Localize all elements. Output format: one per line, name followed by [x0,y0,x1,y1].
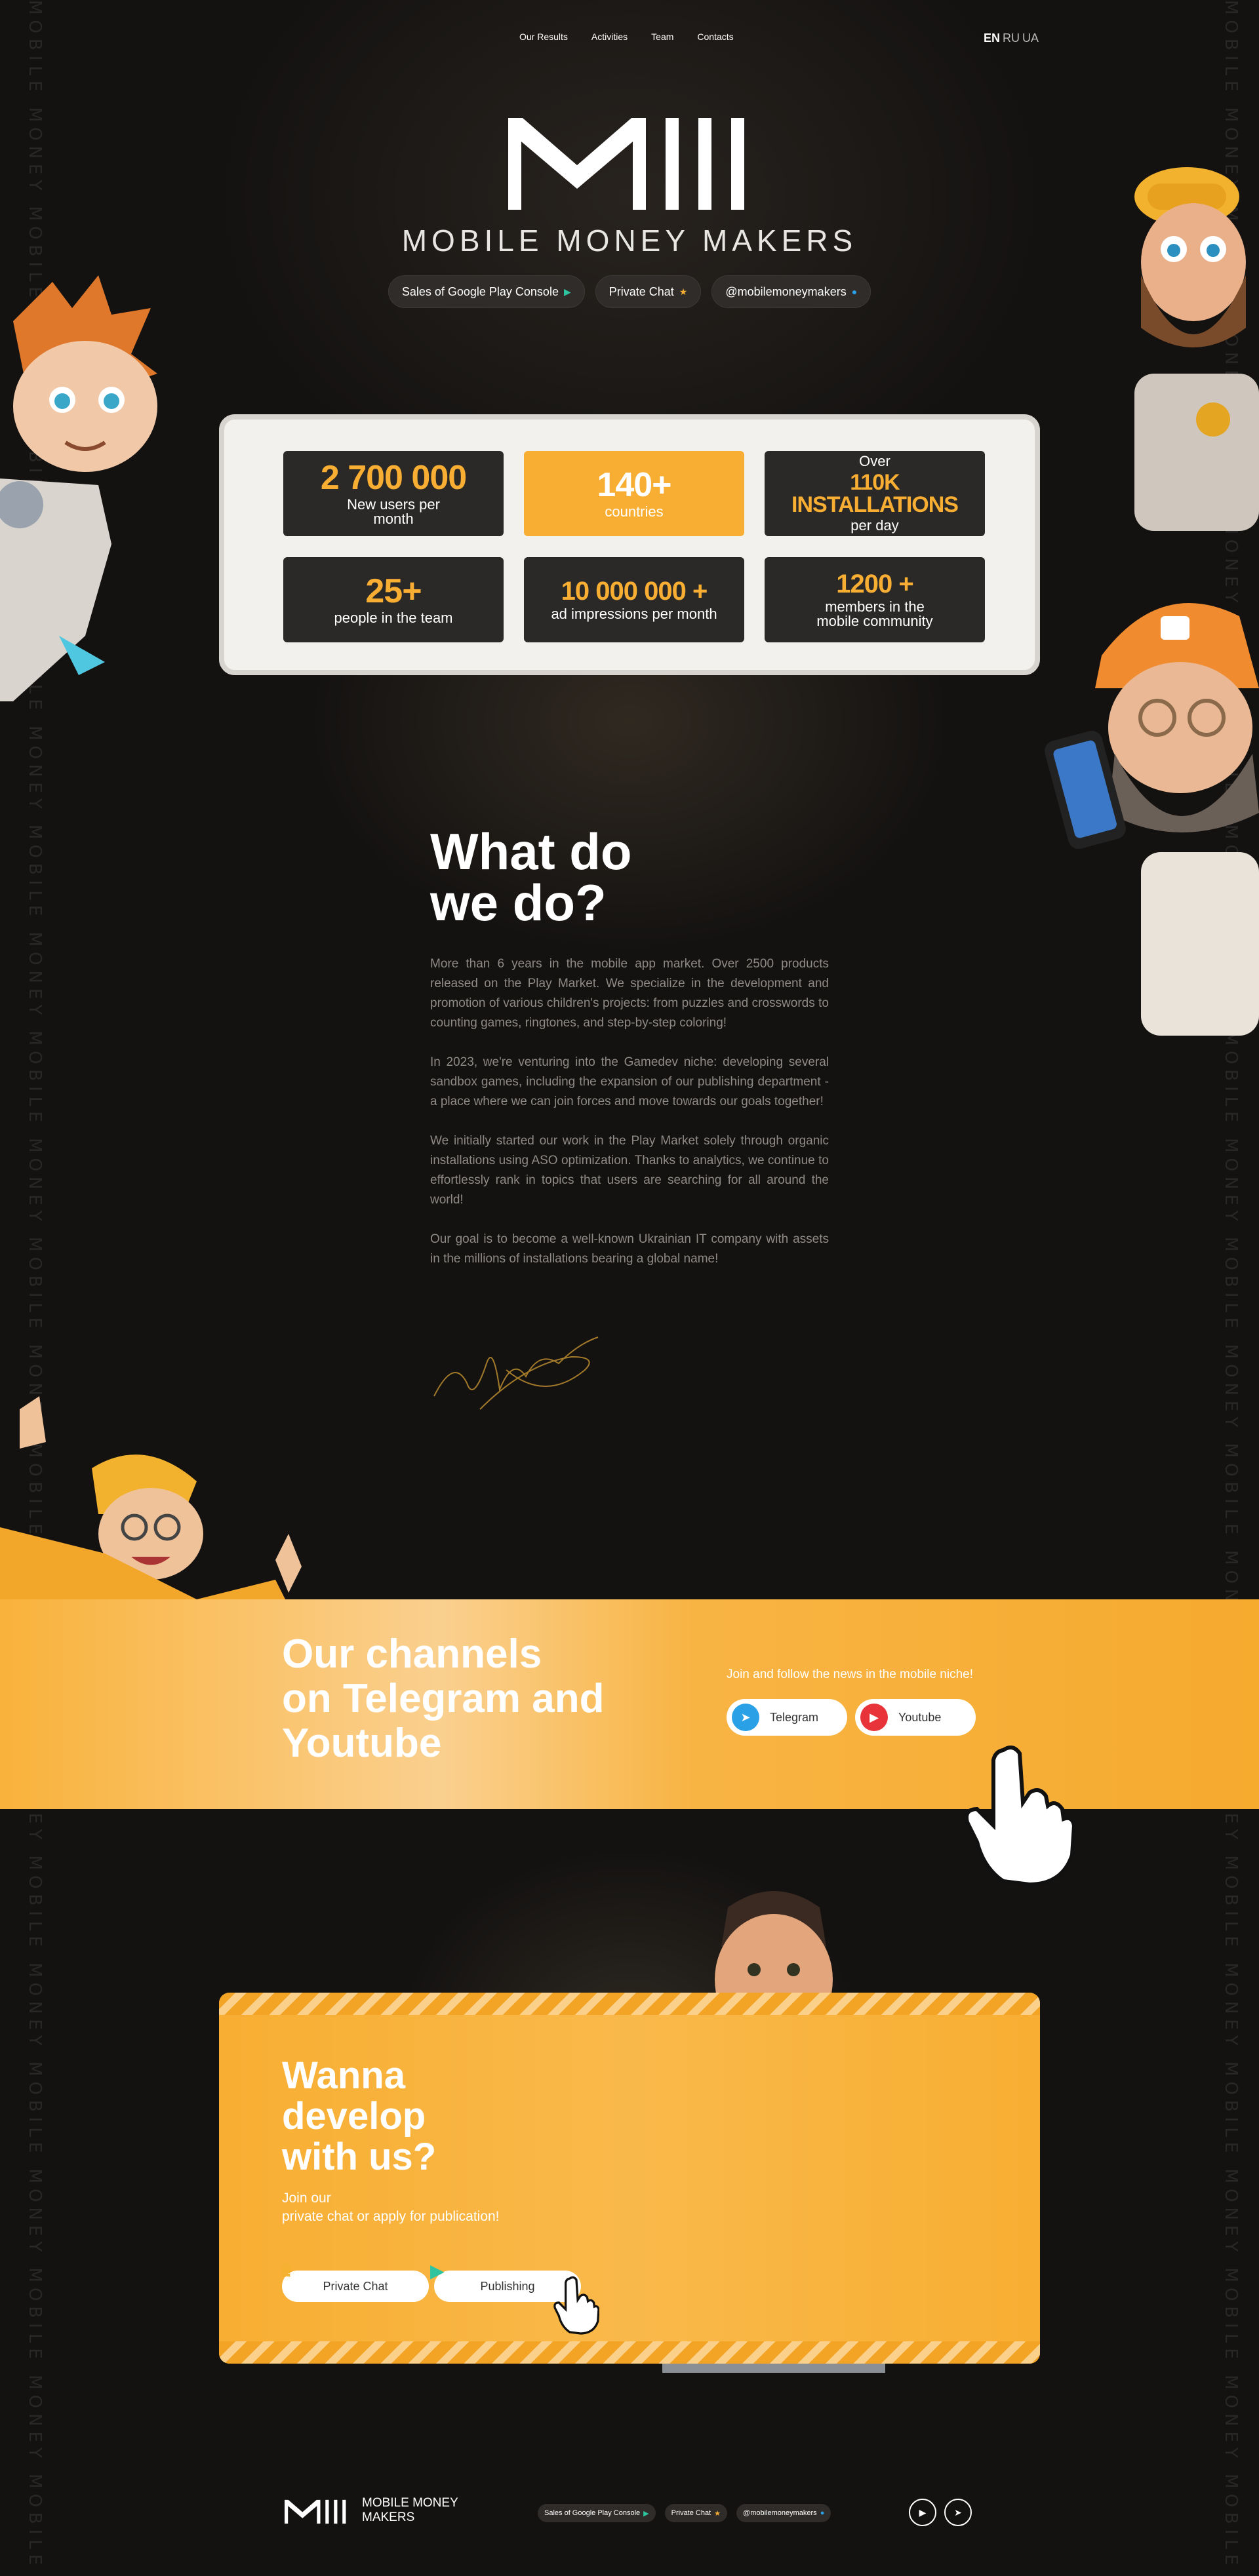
about-paragraph-4: Our goal is to become a well-known Ukrai… [430,1232,829,1266]
stat-value: 1200 + [836,570,913,598]
stat-label: per day [850,517,899,534]
lang-ua[interactable]: UA [1022,31,1039,45]
pill-label: @mobilemoneymakers [725,284,847,298]
stat-label: people in the team [334,610,453,626]
footer-pill-google-play-console[interactable]: Sales of Google Play Console ▶ [538,2504,656,2522]
private-chat-button[interactable]: ♛ Private Chat [278,2261,429,2302]
signature-graphic [433,1337,599,1410]
footer-logo[interactable] [285,2499,348,2525]
stat-value: 10 000 000 + [561,577,708,606]
stat-new-users: 2 700 000 New users per month [283,451,504,536]
footer-pill-private-chat[interactable]: Private Chat ★ [664,2504,728,2522]
telegram-label: Telegram [770,1710,819,1724]
pill-label: Sales of Google Play Console [401,284,559,298]
star-icon: ★ [714,2509,721,2518]
stat-label: New users per month [347,496,440,527]
hero-pills: Sales of Google Play Console ▶ Private C… [0,275,1259,308]
google-play-icon: ▶ [430,2261,445,2281]
pill-label: Private Chat [671,2509,711,2517]
pointer-hand-small-icon [553,2276,599,2335]
about-title: What do we do? [430,823,632,931]
stats-grid: 2 700 000 New users per month 140+ count… [283,451,985,642]
telegram-dot-icon: ● [820,2509,825,2517]
star-icon: ★ [679,286,688,297]
pill-label: @mobilemoneymakers [743,2509,817,2517]
about-section: What do we do? More than 6 years in the … [430,826,829,1289]
channels-title: Our channels on Telegram and Youtube [282,1631,605,1766]
stat-countries: 140+ countries [524,451,744,536]
crown-icon: ♛ [278,2261,295,2281]
pill-telegram-handle[interactable]: @mobilemoneymakers ● [711,275,871,308]
stat-value: 110K INSTALLATIONS [791,470,959,517]
stat-value: 2 700 000 [320,459,467,497]
pointer-hand-icon [965,1746,1075,1887]
channels-join-text: Join and follow the news in the mobile n… [727,1668,974,1681]
telegram-icon[interactable]: ➤ [944,2499,972,2526]
nav-link-contacts[interactable]: Contacts [697,31,733,42]
stat-team: 25+ people in the team [283,557,504,642]
stat-label: countries [605,503,664,520]
character-bearded-explorer [1134,167,1259,531]
stats-panel: 2 700 000 New users per month 140+ count… [219,414,1040,675]
youtube-icon: ▶ [860,1704,888,1731]
footer: MOBILE MONEY MAKERS Sales of Google Play… [0,2496,1259,2535]
publishing-label: Publishing [480,2279,535,2293]
youtube-label: Youtube [898,1710,942,1724]
nav-link-team[interactable]: Team [651,31,673,42]
footer-pill-telegram-handle[interactable]: @mobilemoneymakers ● [736,2504,831,2522]
card-stripe-bottom [219,2341,1040,2364]
lang-en[interactable]: EN [984,31,1000,45]
channels-buttons: ➤ Telegram ▶ Youtube [727,1699,976,1736]
play-icon: ▶ [563,286,571,297]
pill-label: Private Chat [609,284,674,298]
pill-label: Sales of Google Play Console [544,2509,641,2517]
stat-ad-impressions: 10 000 000 + ad impressions per month [524,557,744,642]
stat-label: ad impressions per month [551,606,717,622]
develop-subtitle: Join our private chat or apply for publi… [282,2191,500,2224]
nav-links: Our Results Activities Team Contacts [519,31,734,42]
lang-ru[interactable]: RU [1003,31,1020,45]
stat-value: 25+ [365,572,422,610]
develop-title: Wanna develop with us? [282,2054,437,2178]
develop-card: Wanna develop with us? Join our private … [219,1993,1040,2364]
character-boy-orange-hair [0,275,157,701]
stat-installations: Over 110K INSTALLATIONS per day [765,451,985,536]
pill-google-play-console[interactable]: Sales of Google Play Console ▶ [388,275,585,308]
footer-social-icons: ▶ ➤ [909,2499,972,2526]
telegram-icon: ➤ [732,1704,759,1731]
stat-community: 1200 + members in the mobile community [765,557,985,642]
stat-value: 140+ [597,466,671,504]
nav-link-activities[interactable]: Activities [591,31,628,42]
top-nav: Our Results Activities Team Contacts EN … [0,31,1259,47]
brand-name: MOBILE MONEY MAKERS [401,224,858,258]
card-stripe-top [219,1993,1040,2015]
language-switcher: EN RU UA [984,31,1039,45]
youtube-button[interactable]: ▶ Youtube [855,1699,976,1736]
footer-brand-name: MOBILE MONEY MAKERS [362,2496,458,2524]
about-paragraph-1: More than 6 years in the mobile app mark… [430,957,829,1030]
private-chat-label: Private Chat [323,2279,388,2293]
pill-private-chat[interactable]: Private Chat ★ [595,275,702,308]
telegram-button[interactable]: ➤ Telegram [727,1699,847,1736]
telegram-dot-icon: ● [851,286,858,297]
youtube-icon[interactable]: ▶ [909,2499,936,2526]
character-man-with-phone [1045,603,1259,1036]
nav-link-our-results[interactable]: Our Results [519,31,568,42]
footer-pills: Sales of Google Play Console ▶ Private C… [538,2504,831,2522]
about-paragraph-2: In 2023, we're venturing into the Gamede… [430,1055,829,1108]
develop-buttons: ♛ Private Chat ▶ Publishing [278,2261,581,2302]
about-paragraph-3: We initially started our work in the Pla… [430,1134,829,1207]
stat-prefix: Over [859,453,890,469]
play-icon: ▶ [643,2509,649,2518]
stat-label: members in the mobile community [816,598,933,629]
brand-logo [508,118,744,210]
